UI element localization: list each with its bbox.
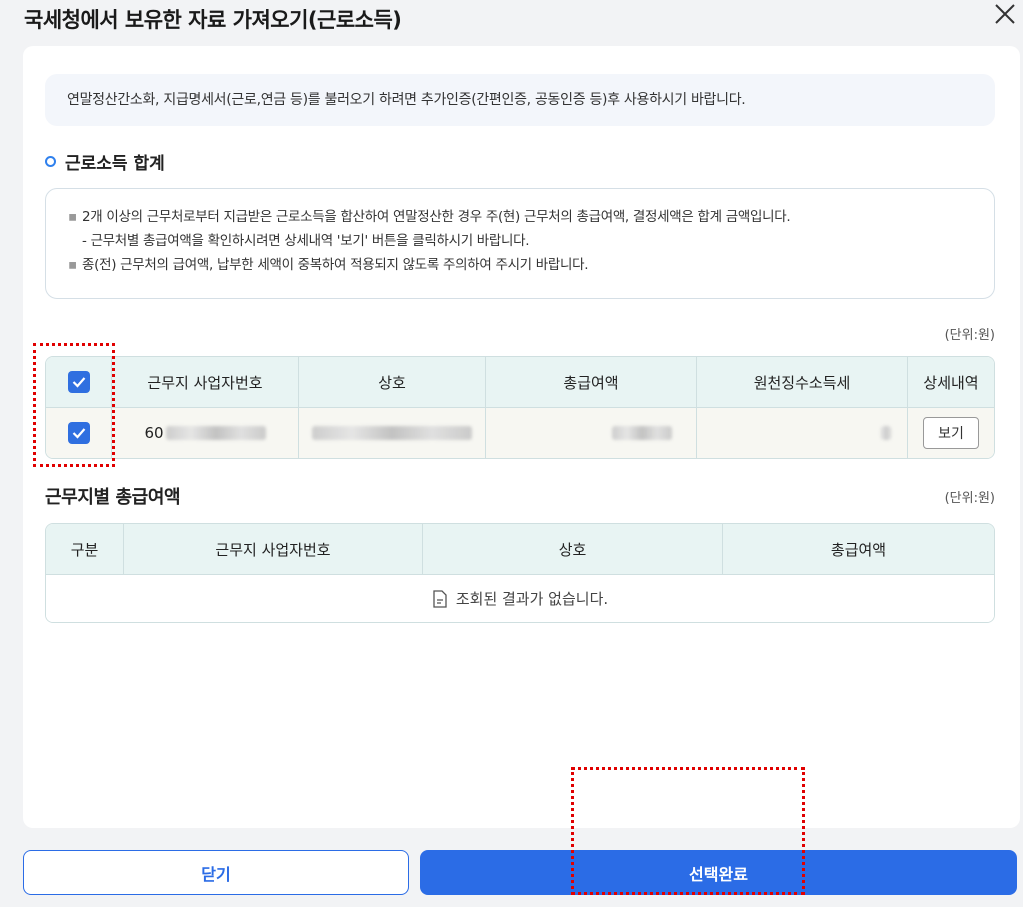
bizno-prefix: 60 — [144, 424, 164, 442]
col-total-pay: 총급여액 — [486, 357, 697, 407]
info-line: ▪ 2개 이상의 근무처로부터 지급받은 근로소득을 합산하여 연말정산한 경우… — [68, 205, 994, 229]
section-title-income-total: 근로소득 합계 — [45, 149, 165, 174]
info-line: ▪ 종(전) 근무처의 급여액, 납부한 세액이 중복하여 적용되지 않도록 주… — [68, 253, 994, 277]
content-card: 연말정산간소화, 지급명세서(근로,연금 등)를 불러오기 하려면 추가인증(간… — [23, 46, 1020, 828]
company-cell — [299, 408, 486, 458]
auth-notice: 연말정산간소화, 지급명세서(근로,연금 등)를 불러오기 하려면 추가인증(간… — [45, 74, 995, 126]
section-title-by-workplace: 근무지별 총급여액 — [45, 487, 181, 508]
redacted-total-pay — [612, 426, 672, 440]
empty-message: 조회된 결과가 없습니다. — [455, 590, 609, 608]
unit-label: (단위:원) — [944, 328, 995, 343]
document-icon — [433, 589, 447, 608]
col-company: 상호 — [423, 524, 723, 574]
modal-header: 국세청에서 보유한 자료 가져오기(근로소득) — [0, 0, 1023, 44]
row-check-cell — [46, 408, 112, 458]
redacted-company — [312, 426, 472, 440]
col-total-pay: 총급여액 — [830, 540, 887, 559]
col-detail: 상세내역 — [923, 373, 979, 392]
col-company: 상호 — [299, 357, 486, 407]
bullet-mark: ▪ — [68, 209, 77, 225]
col-type: 구분 — [46, 524, 124, 574]
modal-title: 국세청에서 보유한 자료 가져오기(근로소득) — [24, 8, 402, 32]
col-withholding-tax: 원천징수소득세 — [697, 357, 908, 407]
section-title-label: 근로소득 합계 — [65, 154, 165, 174]
redacted-tax — [881, 426, 891, 440]
select-all-checkbox[interactable] — [67, 371, 90, 393]
col-bizno: 근무지 사업자번호 — [124, 524, 423, 574]
by-workplace-table: 구분 근무지 사업자번호 상호 총급여액 조회된 결과가 없습니다. — [45, 523, 995, 623]
col-bizno: 근무지 사업자번호 — [112, 357, 299, 407]
close-icon[interactable] — [991, 0, 1019, 28]
redacted-bizno — [165, 426, 266, 440]
empty-result-row: 조회된 결과가 없습니다. — [46, 575, 994, 622]
total-pay-cell — [486, 408, 697, 458]
bizno-cell: 60 — [112, 408, 299, 458]
info-line: - 근무처별 총급여액을 확인하시려면 상세내역 '보기' 버튼을 클릭하시기 … — [82, 233, 530, 249]
table-row: 60 보기 — [46, 408, 994, 458]
withholding-tax-cell — [697, 408, 908, 458]
circle-bullet-icon — [45, 156, 56, 167]
select-complete-button[interactable]: 선택완료 — [420, 850, 1017, 895]
select-all-cell — [46, 357, 112, 407]
info-box: ▪ 2개 이상의 근무처로부터 지급받은 근로소득을 합산하여 연말정산한 경우… — [45, 188, 995, 299]
table-header-row: 구분 근무지 사업자번호 상호 총급여액 — [46, 524, 994, 575]
unit-label: (단위:원) — [944, 491, 995, 506]
row-checkbox[interactable] — [67, 422, 90, 444]
bullet-mark: ▪ — [68, 257, 77, 273]
view-detail-button[interactable]: 보기 — [923, 417, 979, 449]
income-total-table: 근무지 사업자번호 상호 총급여액 원천징수소득세 상세내역 60 보기 — [45, 356, 995, 459]
close-button[interactable]: 닫기 — [23, 850, 409, 895]
table-header-row: 근무지 사업자번호 상호 총급여액 원천징수소득세 상세내역 — [46, 357, 994, 408]
detail-cell: 보기 — [908, 408, 994, 458]
